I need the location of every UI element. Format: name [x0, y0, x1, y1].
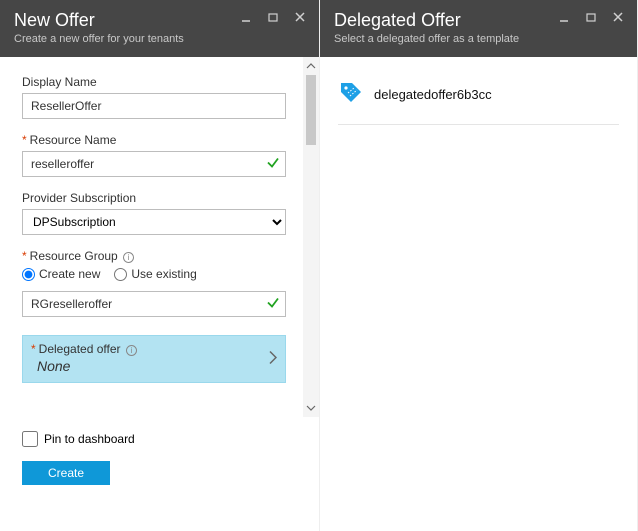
delegated-offer-header: Delegated Offer Select a delegated offer…: [320, 0, 637, 57]
create-new-radio-label[interactable]: Create new: [22, 267, 100, 281]
close-icon: [612, 11, 624, 23]
delegated-offer-list: delegatedoffer6b3cc: [320, 57, 637, 147]
minimize-icon: [558, 11, 570, 23]
delegated-offer-label: Delegated offer: [39, 342, 121, 356]
resource-group-input[interactable]: [22, 291, 286, 317]
check-icon: [266, 296, 280, 313]
resource-group-label: *Resource Group i: [22, 249, 297, 263]
required-marker: *: [22, 249, 27, 263]
use-existing-text: Use existing: [131, 267, 196, 281]
form-scroll-area: Display Name *Resource Name Provider Sub…: [0, 57, 319, 417]
maximize-icon: [267, 11, 279, 23]
use-existing-radio[interactable]: [114, 268, 127, 281]
window-controls: [551, 6, 631, 28]
check-icon: [266, 156, 280, 173]
delegated-offer-value: None: [37, 358, 277, 374]
create-new-radio[interactable]: [22, 268, 35, 281]
display-name-label: Display Name: [22, 75, 297, 89]
delegated-offer-subtitle: Select a delegated offer as a template: [334, 33, 623, 45]
maximize-button[interactable]: [260, 6, 286, 28]
close-button[interactable]: [287, 6, 313, 28]
minimize-icon: [240, 11, 252, 23]
close-button[interactable]: [605, 6, 631, 28]
list-item[interactable]: delegatedoffer6b3cc: [338, 79, 619, 125]
new-offer-panel: New Offer Create a new offer for your te…: [0, 0, 320, 531]
maximize-icon: [585, 11, 597, 23]
close-icon: [294, 11, 306, 23]
delegated-offer-selector[interactable]: *Delegated offer i None: [22, 335, 286, 383]
maximize-button[interactable]: [578, 6, 604, 28]
provider-subscription-select[interactable]: DPSubscription: [22, 209, 286, 235]
create-new-text: Create new: [39, 267, 100, 281]
required-marker: *: [22, 133, 27, 147]
info-icon[interactable]: i: [123, 252, 134, 263]
scroll-down-button[interactable]: [303, 399, 319, 417]
delegated-offer-panel: Delegated Offer Select a delegated offer…: [320, 0, 638, 531]
resource-name-label-text: Resource Name: [30, 133, 117, 147]
new-offer-header: New Offer Create a new offer for your te…: [0, 0, 319, 57]
use-existing-radio-label[interactable]: Use existing: [114, 267, 196, 281]
chevron-up-icon: [306, 63, 316, 69]
scroll-up-button[interactable]: [303, 57, 319, 75]
chevron-right-icon: [269, 351, 277, 368]
window-controls: [233, 6, 313, 28]
resource-group-label-text: Resource Group: [30, 249, 118, 263]
info-icon[interactable]: i: [126, 345, 137, 356]
create-button[interactable]: Create: [22, 461, 110, 485]
required-marker: *: [31, 342, 36, 356]
provider-subscription-label: Provider Subscription: [22, 191, 297, 205]
minimize-button[interactable]: [551, 6, 577, 28]
offer-tag-icon: [338, 79, 364, 110]
scrollbar[interactable]: [303, 57, 319, 417]
resource-name-input[interactable]: [22, 151, 286, 177]
list-item-name: delegatedoffer6b3cc: [374, 87, 492, 102]
chevron-down-icon: [306, 405, 316, 411]
new-offer-subtitle: Create a new offer for your tenants: [14, 33, 305, 45]
resource-name-label: *Resource Name: [22, 133, 297, 147]
minimize-button[interactable]: [233, 6, 259, 28]
pin-to-dashboard-label: Pin to dashboard: [44, 432, 135, 446]
display-name-input[interactable]: [22, 93, 286, 119]
scroll-thumb[interactable]: [306, 75, 316, 145]
pin-to-dashboard-checkbox[interactable]: [22, 431, 38, 447]
